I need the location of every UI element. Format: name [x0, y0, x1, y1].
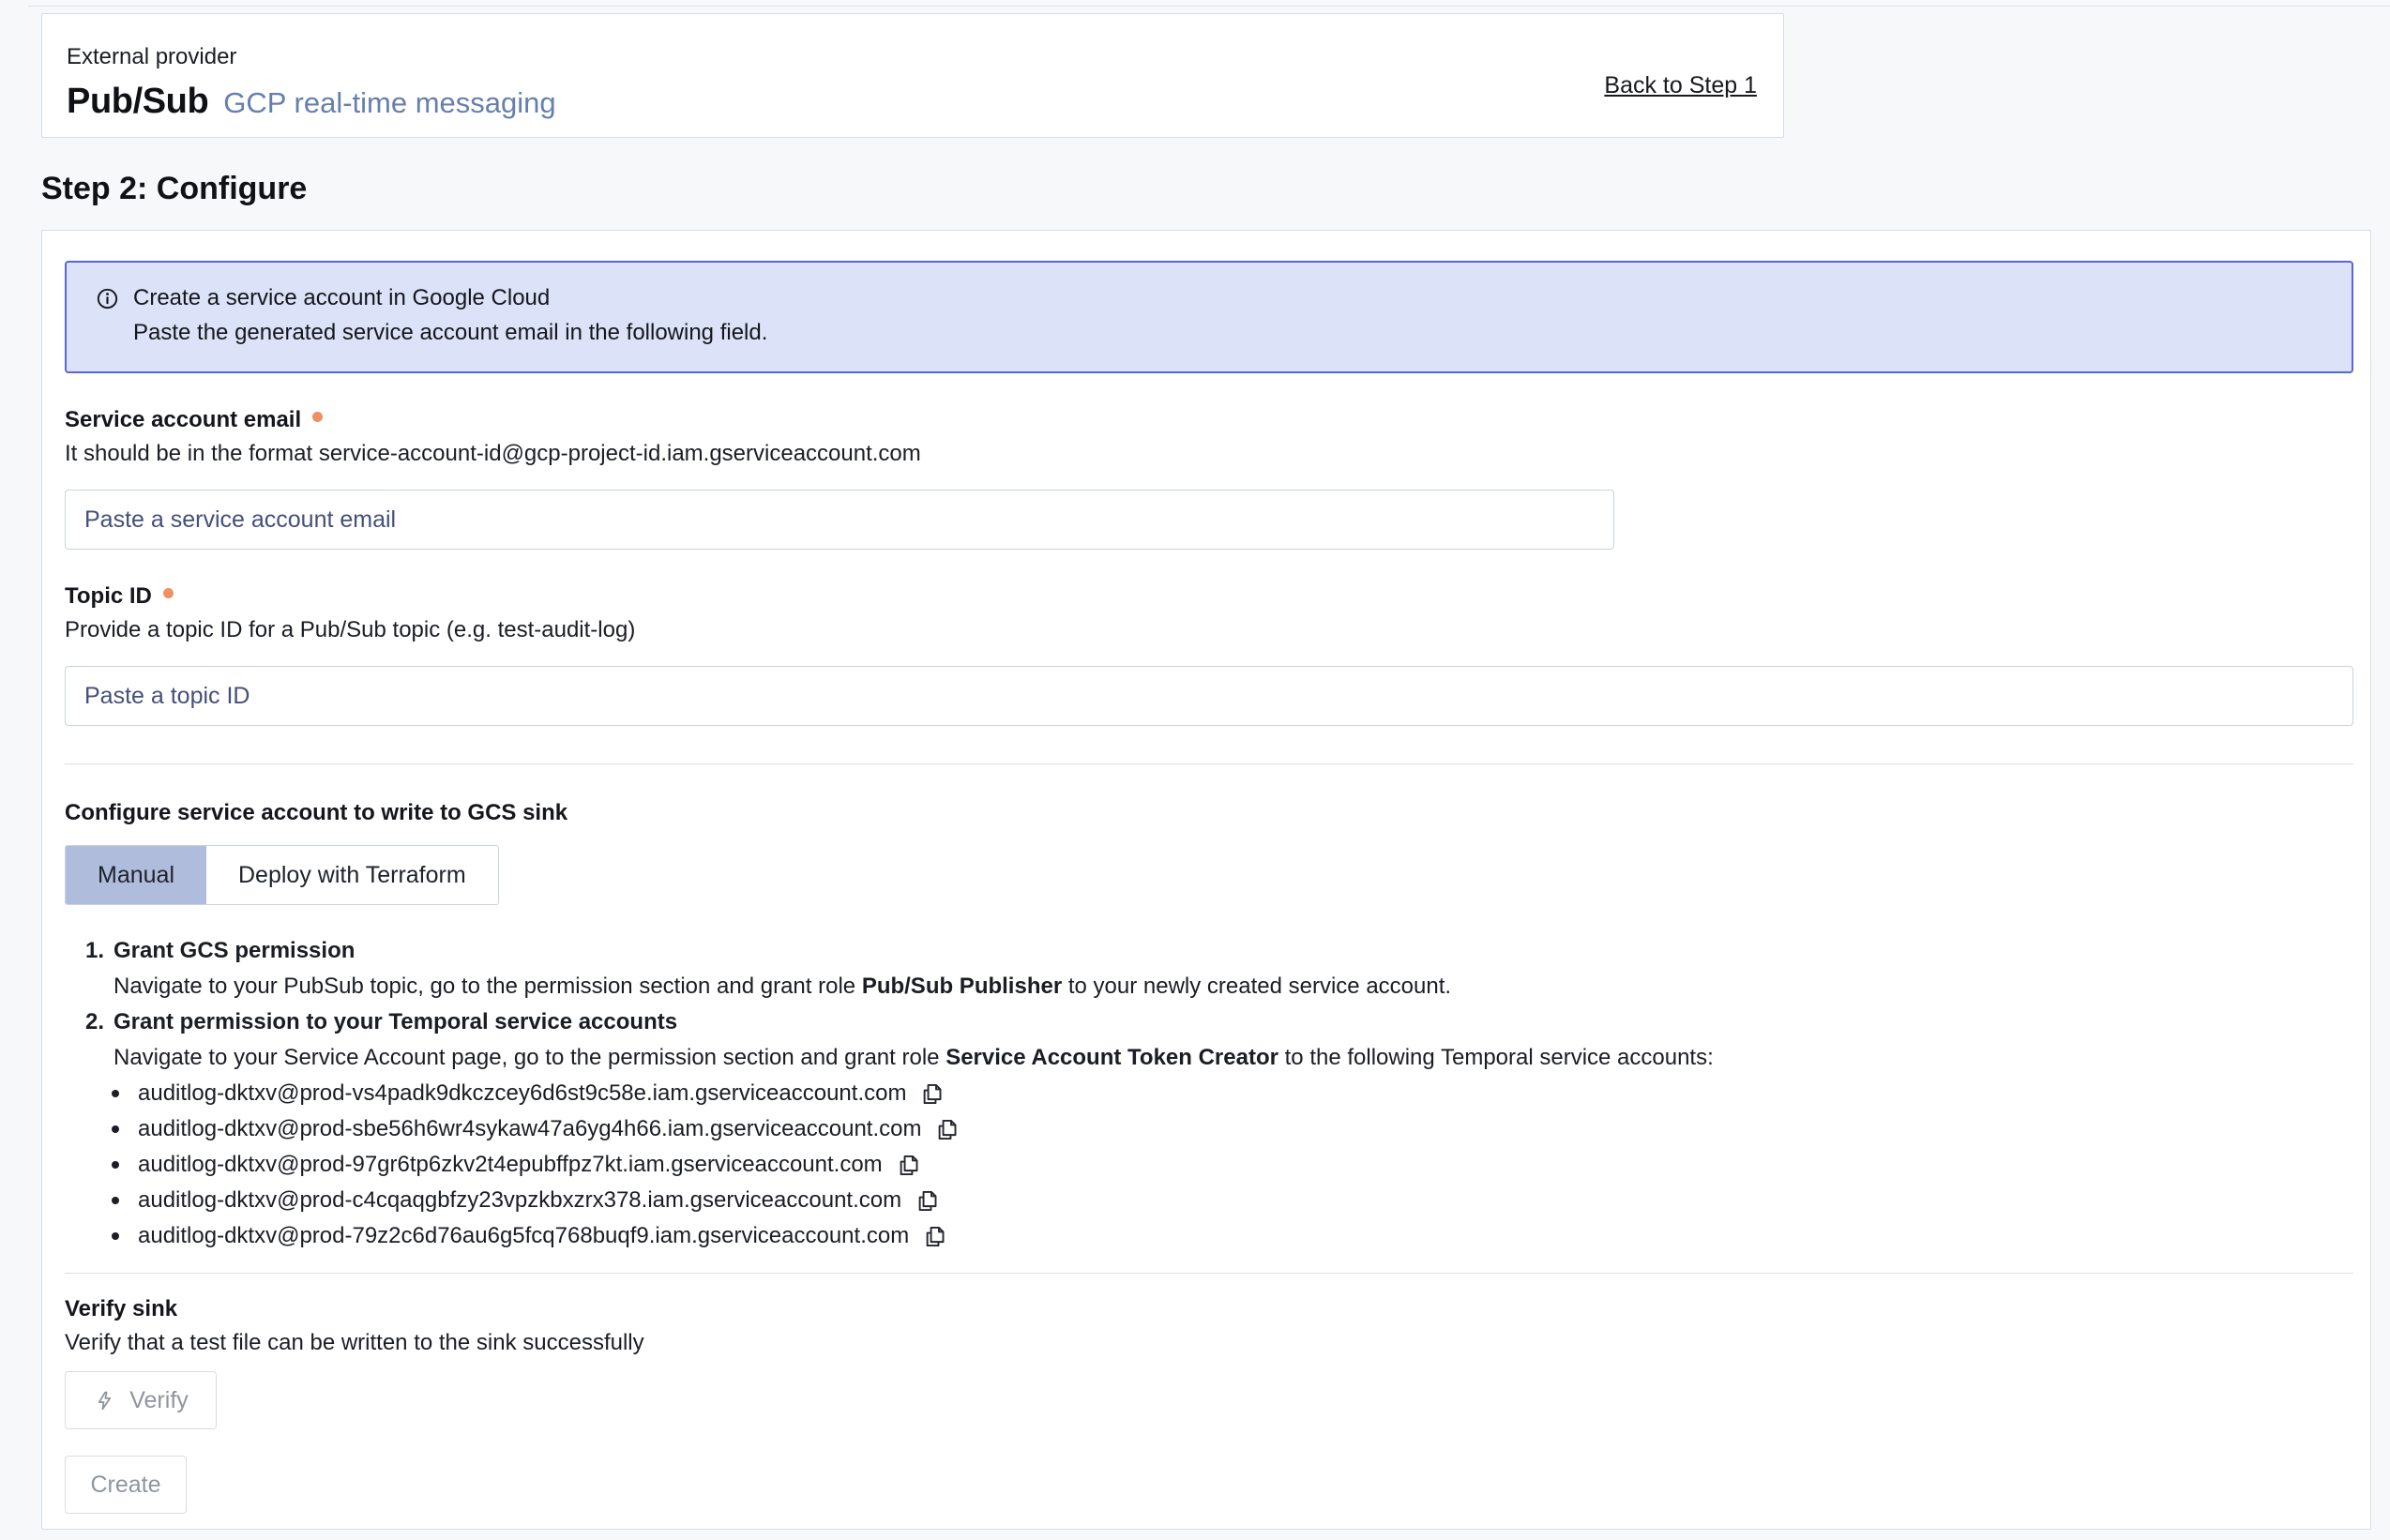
- verify-sink-heading: Verify sink: [65, 1296, 2353, 1322]
- info-icon: [95, 286, 120, 311]
- provider-name-row: Pub/Sub GCP real-time messaging: [67, 82, 1783, 122]
- step-1-body-suffix: to your newly created service account.: [1062, 974, 1451, 999]
- provider-name: Pub/Sub: [67, 82, 208, 122]
- service-account-email: auditlog-dktxv@prod-97gr6tp6zkv2t4epubff…: [138, 1147, 883, 1183]
- verify-button-label: Verify: [129, 1387, 189, 1414]
- create-button[interactable]: Create: [65, 1456, 187, 1514]
- service-account-list: auditlog-dktxv@prod-vs4padk9dkczcey6d6st…: [85, 1076, 2353, 1254]
- bullet: [112, 1232, 119, 1240]
- verify-button[interactable]: Verify: [65, 1371, 217, 1429]
- info-banner-body: Paste the generated service account emai…: [133, 320, 2352, 346]
- create-button-label: Create: [90, 1472, 160, 1499]
- lightning-icon: [93, 1389, 116, 1412]
- list-item: auditlog-dktxv@prod-c4cqaqgbfzy23vpzkbxz…: [112, 1183, 2353, 1218]
- tab-manual[interactable]: Manual: [66, 846, 206, 904]
- provider-summary-card: External provider Pub/Sub GCP real-time …: [41, 13, 1784, 138]
- step-2-body: Navigate to your Service Account page, g…: [113, 1040, 2353, 1076]
- service-account-email: auditlog-dktxv@prod-vs4padk9dkczcey6d6st…: [138, 1076, 906, 1111]
- page-top-divider: [28, 6, 2390, 7]
- service-account-email-label: Service account email: [65, 407, 301, 433]
- list-item: auditlog-dktxv@prod-vs4padk9dkczcey6d6st…: [112, 1076, 2353, 1111]
- bullet: [112, 1197, 119, 1204]
- info-banner: Create a service account in Google Cloud…: [65, 261, 2353, 373]
- step-number: 2.: [85, 1004, 113, 1040]
- provider-subtitle: GCP real-time messaging: [223, 86, 555, 120]
- service-account-email: auditlog-dktxv@prod-c4cqaqgbfzy23vpzkbxz…: [138, 1183, 901, 1218]
- step-2-role: Service Account Token Creator: [945, 1045, 1278, 1070]
- bullet: [112, 1125, 119, 1133]
- step-1-title-row: 1. Grant GCS permission: [85, 933, 2353, 969]
- configure-card: Create a service account in Google Cloud…: [41, 230, 2371, 1530]
- section-divider: [65, 1273, 2353, 1274]
- list-item: auditlog-dktxv@prod-79z2c6d76au6g5fcq768…: [112, 1218, 2353, 1254]
- copy-icon[interactable]: [919, 1081, 945, 1107]
- list-item: auditlog-dktxv@prod-97gr6tp6zkv2t4epubff…: [112, 1147, 2353, 1183]
- service-account-email-helper: It should be in the format service-accou…: [65, 441, 2353, 467]
- provider-eyebrow: External provider: [67, 44, 1783, 70]
- step-1-body: Navigate to your PubSub topic, go to the…: [113, 969, 2353, 1004]
- copy-icon[interactable]: [896, 1153, 921, 1178]
- topic-id-label: Topic ID: [65, 583, 152, 610]
- required-indicator: [163, 588, 174, 598]
- info-banner-title-row: Create a service account in Google Cloud: [95, 285, 2352, 311]
- bullet: [112, 1090, 119, 1097]
- page-title: Step 2: Configure: [41, 171, 307, 207]
- manual-steps: 1. Grant GCS permission Navigate to your…: [85, 933, 2353, 1254]
- step-2-body-prefix: Navigate to your Service Account page, g…: [113, 1045, 945, 1070]
- section-divider: [65, 763, 2353, 764]
- service-account-email-input[interactable]: [65, 490, 1614, 550]
- service-account-email-label-row: Service account email: [65, 407, 2353, 433]
- step-1-body-prefix: Navigate to your PubSub topic, go to the…: [113, 974, 862, 999]
- copy-icon[interactable]: [934, 1117, 960, 1142]
- verify-sink-helper: Verify that a test file can be written t…: [65, 1330, 2353, 1356]
- copy-icon[interactable]: [922, 1224, 947, 1249]
- service-account-email: auditlog-dktxv@prod-79z2c6d76au6g5fcq768…: [138, 1218, 909, 1254]
- back-to-step-1-link[interactable]: Back to Step 1: [1604, 72, 1757, 99]
- step-2-title: Grant permission to your Temporal servic…: [113, 1004, 677, 1040]
- required-indicator: [312, 412, 323, 422]
- step-1-role: Pub/Sub Publisher: [862, 974, 1062, 999]
- topic-id-input[interactable]: [65, 666, 2353, 726]
- service-account-email: auditlog-dktxv@prod-sbe56h6wr4sykaw47a6y…: [138, 1111, 921, 1147]
- bullet: [112, 1161, 119, 1169]
- step-2-body-suffix: to the following Temporal service accoun…: [1278, 1045, 1714, 1070]
- copy-icon[interactable]: [915, 1188, 940, 1214]
- topic-id-helper: Provide a topic ID for a Pub/Sub topic (…: [65, 617, 2353, 643]
- step-number: 1.: [85, 933, 113, 969]
- info-banner-title: Create a service account in Google Cloud: [133, 285, 550, 311]
- list-item: auditlog-dktxv@prod-sbe56h6wr4sykaw47a6y…: [112, 1111, 2353, 1147]
- topic-id-label-row: Topic ID: [65, 583, 2353, 610]
- step-1-title: Grant GCS permission: [113, 933, 355, 969]
- tab-deploy-with-terraform[interactable]: Deploy with Terraform: [206, 846, 498, 904]
- configure-sink-heading: Configure service account to write to GC…: [65, 800, 2353, 826]
- sink-config-tab-group: Manual Deploy with Terraform: [65, 845, 499, 905]
- step-2-title-row: 2. Grant permission to your Temporal ser…: [85, 1004, 2353, 1040]
